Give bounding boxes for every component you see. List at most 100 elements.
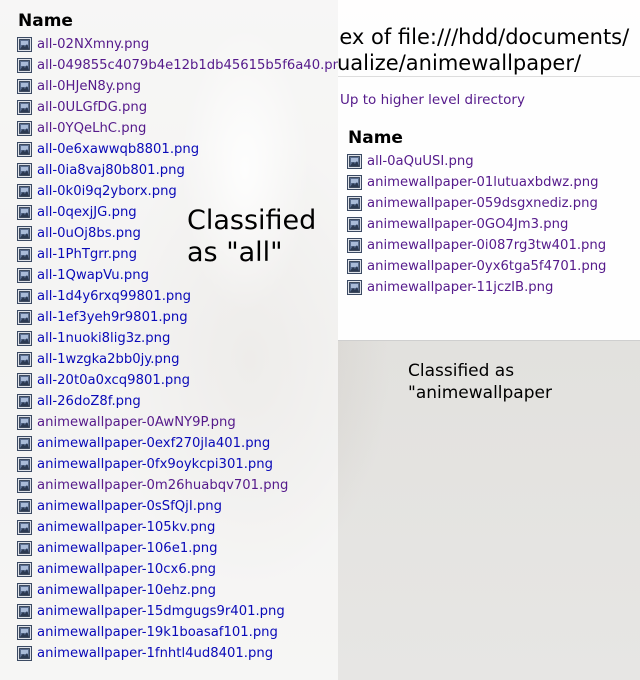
file-row: animewallpaper-19k1boasaf101.png [17,622,338,643]
image-file-icon [17,331,32,346]
name-column-header-right[interactable]: Name [348,128,403,148]
file-link[interactable]: all-1wzgka2bb0jy.png [37,352,180,367]
file-row: animewallpaper-1fnhtl4ud8401.png [17,643,338,664]
file-row: animewallpaper-0GO4Jm3.png [347,214,606,235]
file-link[interactable]: animewallpaper-0i087rg3tw401.png [367,238,606,253]
file-row: all-0YQeLhC.png [17,118,338,139]
image-file-icon [17,415,32,430]
file-link[interactable]: all-0e6xawwqb8801.png [37,142,199,157]
image-file-icon [17,352,32,367]
file-link[interactable]: animewallpaper-19k1boasaf101.png [37,625,278,640]
image-file-icon [17,58,32,73]
image-file-icon [347,175,362,190]
image-file-icon [17,625,32,640]
left-directory-listing: Name all-02NXmny.png all-049855c4079b4e12… [0,0,338,680]
file-link[interactable]: animewallpaper-10cx6.png [37,562,216,577]
annotation-line: as "all" [187,237,283,268]
title-divider [338,76,640,77]
file-link[interactable]: animewallpaper-11jczIB.png [367,280,553,295]
file-row: all-0HJeN8y.png [17,76,338,97]
file-row: all-1d4y6rxq99801.png [17,286,338,307]
file-link[interactable]: all-1PhTgrr.png [37,247,137,262]
image-file-icon [17,478,32,493]
file-link[interactable]: all-1nuoki8lig3z.png [37,331,170,346]
annotation-line: "animewallpaper [408,383,552,403]
file-row: animewallpaper-15dmgugs9r401.png [17,601,338,622]
annotation-line: Classified as [408,361,515,381]
file-link[interactable]: animewallpaper-0yx6tga5f4701.png [367,259,606,274]
file-link[interactable]: animewallpaper-105kv.png [37,520,215,535]
file-row: all-049855c4079b4e12b1db45615b5f6a40.png [17,55,338,76]
file-link[interactable]: all-1QwapVu.png [37,268,149,283]
file-row: all-20t0a0xcq9801.png [17,370,338,391]
file-row: animewallpaper-10ehz.png [17,580,338,601]
file-link[interactable]: animewallpaper-0GO4Jm3.png [367,217,568,232]
image-file-icon [17,163,32,178]
file-row: animewallpaper-0yx6tga5f4701.png [347,256,606,277]
file-link[interactable]: all-0YQeLhC.png [37,121,146,136]
file-row: animewallpaper-059dsgxnediz.png [347,193,606,214]
file-row: animewallpaper-0fx9oykcpi301.png [17,454,338,475]
file-link[interactable]: all-049855c4079b4e12b1db45615b5f6a40.png [37,58,338,73]
image-file-icon [17,457,32,472]
image-file-icon [17,520,32,535]
file-link[interactable]: all-0k0i9q2yborx.png [37,184,177,199]
file-link[interactable]: animewallpaper-10ehz.png [37,583,216,598]
file-link[interactable]: animewallpaper-0m26huabqv701.png [37,478,288,493]
image-file-icon [17,121,32,136]
classified-all-annotation: Classified as "all" [187,205,316,269]
file-link[interactable]: all-0ia8vaj80b801.png [37,163,185,178]
file-link[interactable]: all-0HJeN8y.png [37,79,141,94]
file-link[interactable]: all-0qexjJG.png [37,205,137,220]
file-row: animewallpaper-0i087rg3tw401.png [347,235,606,256]
left-file-list: all-02NXmny.png all-049855c4079b4e12b1db4… [17,34,338,664]
file-link[interactable]: animewallpaper-0fx9oykcpi301.png [37,457,273,472]
file-row: animewallpaper-106e1.png [17,538,338,559]
file-link[interactable]: all-0uOj8bs.png [37,226,141,241]
file-link[interactable]: all-02NXmny.png [37,37,149,52]
image-file-icon [17,247,32,262]
image-file-icon [17,373,32,388]
file-row: animewallpaper-0m26huabqv701.png [17,475,338,496]
name-column-header[interactable]: Name [18,11,73,31]
image-file-icon [17,604,32,619]
file-row: all-0ULGfDG.png [17,97,338,118]
file-link[interactable]: animewallpaper-0exf270jla401.png [37,436,270,451]
file-link[interactable]: all-1ef3yeh9r9801.png [37,310,188,325]
file-link[interactable]: all-26doZ8f.png [37,394,141,409]
image-file-icon [17,289,32,304]
image-file-icon [17,583,32,598]
file-link[interactable]: animewallpaper-15dmgugs9r401.png [37,604,285,619]
annotation-line: Classified [187,205,317,236]
file-link[interactable]: all-20t0a0xcq9801.png [37,373,190,388]
file-link[interactable]: animewallpaper-0sSfQjI.png [37,499,222,514]
up-directory-link[interactable]: Up to higher level directory [340,92,525,108]
file-link[interactable]: all-0aQuUSI.png [367,154,474,169]
file-row: all-02NXmny.png [17,34,338,55]
image-file-icon [347,196,362,211]
title-line-2: sualize/animewallpaper/ [338,51,582,75]
file-link[interactable]: animewallpaper-1fnhtl4ud8401.png [37,646,273,661]
image-file-icon [347,259,362,274]
image-file-icon [347,280,362,295]
file-row: all-1nuoki8lig3z.png [17,328,338,349]
image-file-icon [17,79,32,94]
image-file-icon [17,205,32,220]
file-link[interactable]: all-0ULGfDG.png [37,100,147,115]
file-row: animewallpaper-0sSfQjI.png [17,496,338,517]
file-link[interactable]: animewallpaper-01lutuaxbdwz.png [367,175,599,190]
file-link[interactable]: all-1d4y6rxq99801.png [37,289,191,304]
file-row: animewallpaper-0AwNY9P.png [17,412,338,433]
file-link[interactable]: animewallpaper-106e1.png [37,541,218,556]
file-row: animewallpaper-0exf270jla401.png [17,433,338,454]
image-file-icon [17,499,32,514]
image-file-icon [17,226,32,241]
image-file-icon [347,217,362,232]
right-file-list: all-0aQuUSI.png animewallpaper-01lutuaxbd… [347,151,606,298]
file-row: all-0ia8vaj80b801.png [17,160,338,181]
file-link[interactable]: animewallpaper-059dsgxnediz.png [367,196,598,211]
file-link[interactable]: animewallpaper-0AwNY9P.png [37,415,236,430]
index-page-title: dex of file:///hdd/documents/ sualize/an… [338,24,640,76]
image-file-icon [17,541,32,556]
classified-animewallpaper-annotation: Classified as "animewallpaper [408,360,552,404]
